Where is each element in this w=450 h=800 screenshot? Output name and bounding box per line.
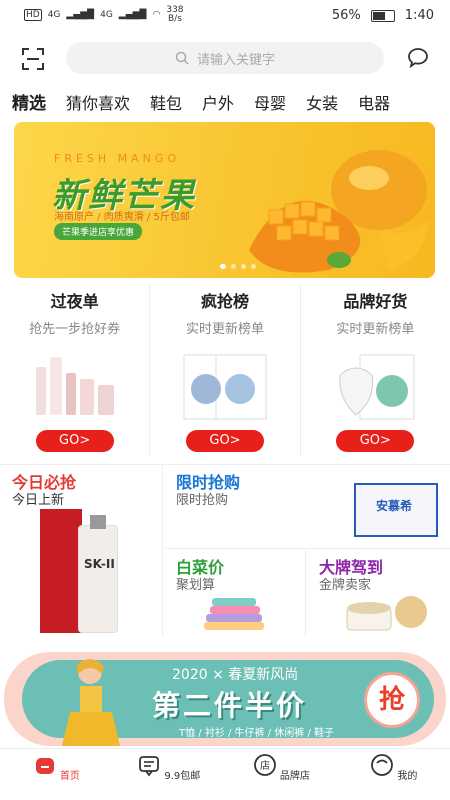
carousel-indicator — [220, 264, 256, 269]
product-brand: 安慕希 — [376, 499, 413, 513]
today-must-buy[interactable]: 今日必抢 今日上新 SK-II — [0, 465, 163, 637]
nav-brand-store[interactable]: 店 品牌店 — [225, 749, 338, 800]
clock: 1:40 — [404, 8, 434, 23]
go-button[interactable]: GO> — [185, 430, 264, 452]
search-placeholder: 请输入关键字 — [196, 52, 275, 68]
tab-4[interactable]: 母婴 — [254, 90, 286, 120]
bottom-nav: 首页 9.9包邮 店 品牌店 我的 — [0, 748, 450, 800]
battery-icon — [370, 9, 395, 22]
tab-5[interactable]: 女装 — [306, 90, 338, 120]
sheetmask-image — [339, 354, 415, 420]
yogurt-box-image: 安慕希 — [354, 483, 438, 537]
card-subtitle: 抢先一步抢好券 — [29, 322, 121, 337]
grid-subtitle: 限时抢购 — [176, 493, 229, 508]
hero-banner[interactable]: FRESH MANGO 新鲜芒果 海南原产 / 肉质爽滑 / 5斤包邮 芒果季进… — [14, 122, 435, 278]
promo-categories: T恤 / 衬衫 / 牛仔裤 / 休闲裤 / 鞋子 — [179, 728, 335, 739]
tab-3[interactable]: 户外 — [202, 90, 234, 120]
banner-pill: 芒果季进店享优惠 — [54, 223, 143, 240]
battery-percent: 56% — [331, 8, 361, 23]
grid-subtitle: 今日上新 — [12, 493, 65, 508]
mango-image — [249, 150, 429, 273]
cosmetics-image — [35, 357, 114, 415]
scan-icon[interactable] — [22, 48, 44, 70]
nav-free-shipping[interactable]: 9.9包邮 — [113, 749, 226, 800]
card-subtitle: 实时更新榜单 — [336, 322, 415, 337]
cream-jar-image — [346, 596, 427, 631]
facemask-image — [183, 354, 267, 420]
nav-label: 9.9包邮 — [164, 771, 201, 782]
skii-product-image: SK-II — [40, 509, 120, 633]
banner-en-title: FRESH MANGO — [54, 152, 181, 165]
profile-icon — [371, 754, 394, 776]
card-title: 疯抢榜 — [200, 292, 249, 311]
search-input[interactable]: 请输入关键字 — [66, 42, 384, 74]
big-brand[interactable]: 大牌驾到 金牌卖家 — [307, 550, 450, 637]
card-brand-goods[interactable]: 品牌好货 实时更新榜单 GO> — [299, 284, 450, 456]
grab-button[interactable]: 抢 — [364, 672, 420, 728]
wifi-icon: ◠ — [152, 10, 161, 20]
signal-4g-1: 4G — [47, 10, 61, 20]
bargain-price[interactable]: 白菜价 聚划算 — [164, 550, 306, 637]
card-hot-list[interactable]: 疯抢榜 实时更新榜单 GO> — [149, 284, 299, 456]
network-speed: 338 B/s — [166, 5, 184, 24]
towels-image — [204, 598, 264, 630]
card-title: 过夜单 — [50, 292, 99, 311]
flash-sale[interactable]: 限时抢购 限时抢购 安慕希 — [164, 465, 450, 549]
home-icon — [35, 758, 54, 774]
message-icon[interactable] — [406, 46, 430, 70]
tab-0[interactable]: 精选 — [12, 90, 46, 120]
card-subtitle: 实时更新榜单 — [185, 322, 264, 337]
store-icon: 店 — [253, 754, 276, 776]
promo-season-text: 2020 × 春夏新风尚 — [172, 667, 299, 683]
hd-indicator: HD — [24, 9, 42, 21]
nav-label: 品牌店 — [279, 771, 310, 782]
nav-profile[interactable]: 我的 — [338, 749, 450, 800]
category-tabs: 精选 猜你喜欢 鞋包 户外 母婴 女装 电器 — [0, 90, 450, 120]
nav-label: 我的 — [397, 771, 418, 782]
tab-2[interactable]: 鞋包 — [150, 90, 182, 120]
message-icon — [139, 756, 160, 777]
signal-icon: ▂▄▆█ — [118, 10, 147, 20]
promo-grid: 今日必抢 今日上新 SK-II 限时抢购 限时抢购 安慕希 白菜价 聚划算 大牌… — [0, 464, 450, 637]
signal-icon: ▂▄▆█ — [66, 10, 95, 20]
search-header: 请输入关键字 — [0, 40, 450, 78]
search-icon — [175, 51, 189, 65]
signal-4g-2: 4G — [100, 10, 113, 20]
svg-text:店: 店 — [260, 759, 270, 772]
feature-cards: 过夜单 抢先一步抢好券 GO> 疯抢榜 实时更新榜单 GO> 品牌好货 实时更新… — [0, 284, 450, 456]
card-title: 品牌好货 — [343, 292, 408, 311]
go-button[interactable]: GO> — [35, 430, 114, 452]
grid-subtitle: 金牌卖家 — [319, 578, 372, 593]
product-brand: SK-II — [84, 557, 115, 571]
banner-subtitle: 海南原产 / 肉质爽滑 / 5斤包邮 — [54, 212, 190, 223]
promo-banner[interactable]: 2020 × 春夏新风尚 第二件半价 T恤 / 衬衫 / 牛仔裤 / 休闲裤 /… — [4, 652, 446, 746]
promo-headline: 第二件半价 — [152, 689, 308, 722]
go-button[interactable]: GO> — [336, 430, 415, 452]
nav-home[interactable]: 首页 — [0, 749, 113, 800]
grid-subtitle: 聚划算 — [176, 578, 216, 593]
status-bar: HD 4G ▂▄▆█ 4G ▂▄▆█ ◠ 338 B/s 56% 1:40 — [0, 0, 450, 34]
nav-label: 首页 — [59, 771, 80, 782]
tab-6[interactable]: 电器 — [358, 90, 390, 120]
tab-1[interactable]: 猜你喜欢 — [66, 90, 130, 120]
card-overnight[interactable]: 过夜单 抢先一步抢好券 GO> — [0, 284, 149, 456]
model-image — [62, 659, 120, 746]
